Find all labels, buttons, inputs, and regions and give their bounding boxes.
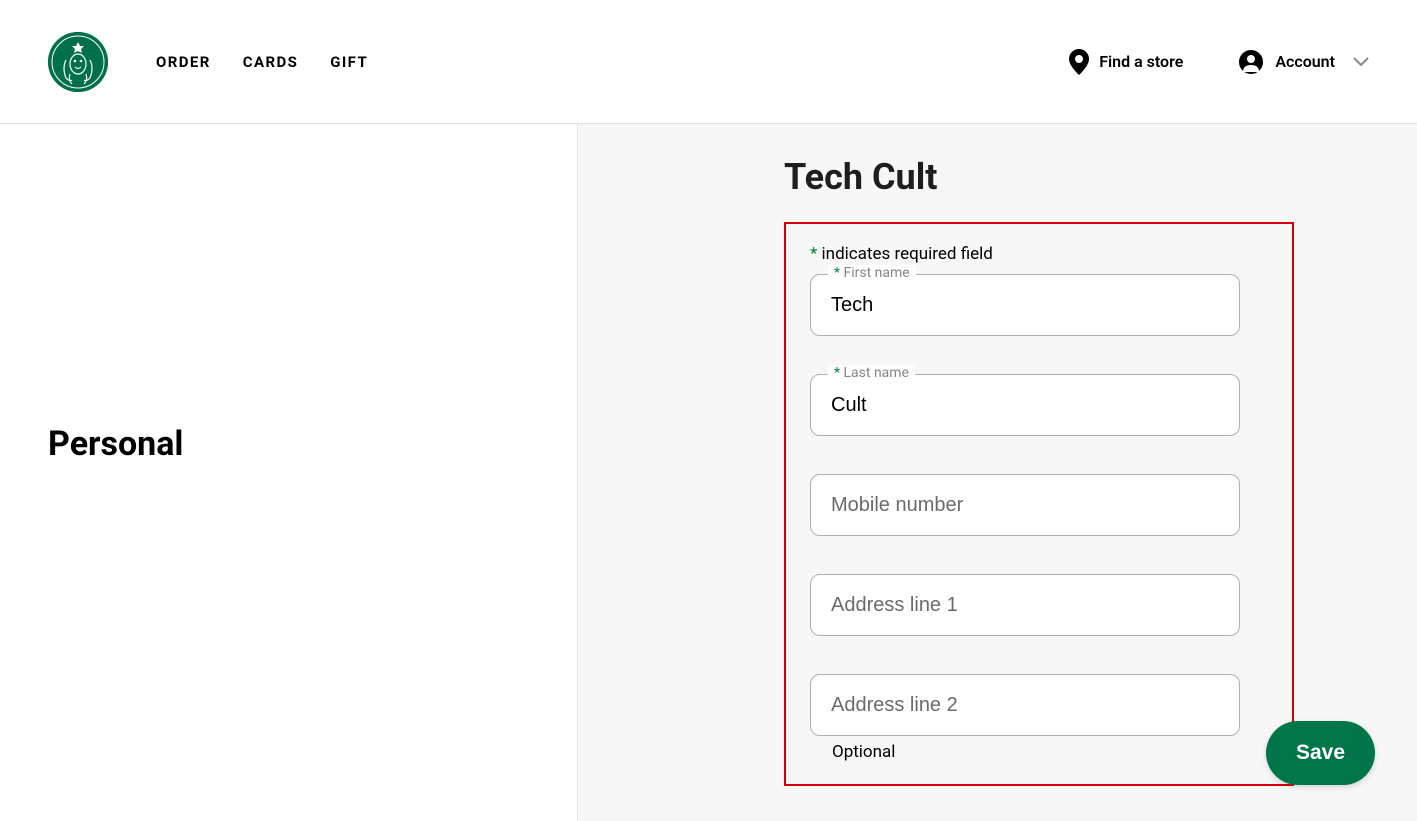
find-store-label: Find a store xyxy=(1099,52,1183,71)
account-menu[interactable]: Account xyxy=(1239,50,1369,74)
address2-group: Optional xyxy=(810,674,1268,762)
siren-logo-icon xyxy=(48,32,108,92)
mobile-group xyxy=(810,474,1268,536)
main-area: Personal Tech Cult * indicates required … xyxy=(0,124,1417,821)
address1-group xyxy=(810,574,1268,636)
first-name-input[interactable] xyxy=(810,274,1240,336)
nav-gift[interactable]: GIFT xyxy=(330,53,368,71)
last-name-input[interactable] xyxy=(810,374,1240,436)
address2-optional: Optional xyxy=(832,742,1268,762)
main-nav: ORDER CARDS GIFT xyxy=(156,53,368,71)
required-note-text: indicates required field xyxy=(817,244,993,264)
nav-order[interactable]: ORDER xyxy=(156,53,211,71)
content-wrap: Tech Cult * indicates required field * F… xyxy=(784,156,1344,786)
section-title: Personal xyxy=(48,424,577,464)
chevron-down-icon xyxy=(1353,52,1369,71)
first-name-label: * First name xyxy=(828,265,916,281)
first-name-group: * First name xyxy=(810,274,1268,336)
address2-input[interactable] xyxy=(810,674,1240,736)
left-panel: Personal xyxy=(0,124,578,821)
last-name-label-text: Last name xyxy=(840,365,909,381)
form-highlight-box: * indicates required field * First name … xyxy=(784,222,1294,786)
location-pin-icon xyxy=(1069,49,1089,75)
required-note: * indicates required field xyxy=(810,244,1268,264)
header-right: Find a store Account xyxy=(1069,49,1369,75)
mobile-input[interactable] xyxy=(810,474,1240,536)
first-name-label-text: First name xyxy=(840,265,910,281)
right-panel: Tech Cult * indicates required field * F… xyxy=(578,124,1417,821)
nav-cards[interactable]: CARDS xyxy=(243,53,299,71)
last-name-label: * Last name xyxy=(828,365,915,381)
save-button[interactable]: Save xyxy=(1266,721,1375,785)
person-icon xyxy=(1239,50,1263,74)
address1-input[interactable] xyxy=(810,574,1240,636)
last-name-group: * Last name xyxy=(810,374,1268,436)
page-title: Tech Cult xyxy=(784,156,1344,198)
account-label: Account xyxy=(1275,52,1335,71)
find-store-link[interactable]: Find a store xyxy=(1069,49,1183,75)
header: ORDER CARDS GIFT Find a store Account xyxy=(0,0,1417,124)
brand-logo[interactable] xyxy=(48,32,108,92)
